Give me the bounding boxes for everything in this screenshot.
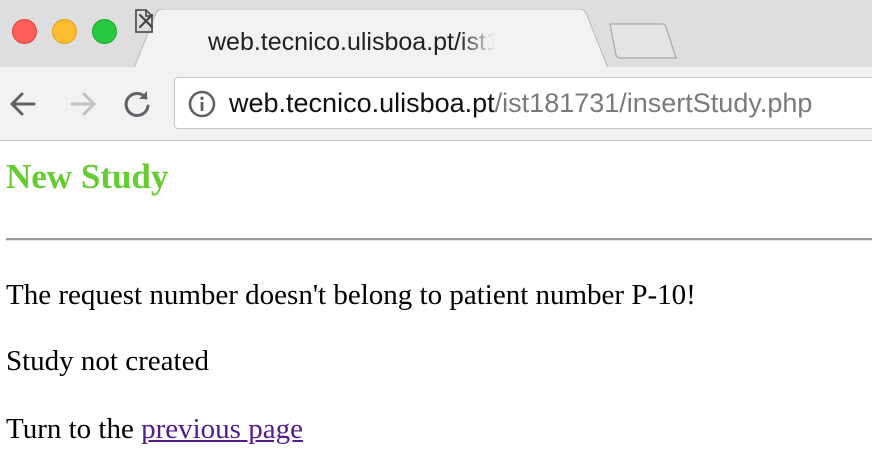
status-message: Study not created (6, 345, 209, 377)
page-title: New Study (6, 157, 169, 196)
new-tab-icon[interactable] (608, 22, 680, 60)
url-text[interactable]: web.tecnico.ulisboa.pt/ist181731/insertS… (229, 78, 812, 128)
url-path: /ist181731/insertStudy.php (494, 88, 813, 118)
tab-title: web.tecnico.ulisboa.pt/ist181731/insertS… (208, 28, 494, 56)
tab-strip: web.tecnico.ulisboa.pt/ist181731/insertS… (0, 0, 872, 68)
window-minimize-button[interactable] (52, 19, 77, 44)
previous-page-link[interactable]: previous page (141, 413, 303, 445)
address-bar[interactable]: web.tecnico.ulisboa.pt/ist181731/insertS… (174, 77, 872, 129)
divider (6, 238, 872, 241)
window-zoom-button[interactable] (92, 19, 117, 44)
return-line: Turn to the previous page (6, 411, 303, 447)
browser-tab[interactable]: web.tecnico.ulisboa.pt/ist181731/insertS… (134, 9, 608, 68)
arrow-right-icon[interactable] (66, 87, 100, 121)
browser-toolbar: web.tecnico.ulisboa.pt/ist181731/insertS… (0, 67, 872, 141)
window-close-button[interactable] (12, 19, 37, 44)
close-icon[interactable] (134, 9, 158, 33)
error-message: The request number doesn't belong to pat… (6, 279, 696, 311)
page-content: New Study The request number doesn't bel… (0, 141, 872, 464)
url-host: web.tecnico.ulisboa.pt (229, 88, 495, 118)
reload-icon[interactable] (120, 87, 154, 121)
arrow-left-icon[interactable] (6, 87, 40, 121)
info-icon[interactable] (187, 89, 217, 119)
return-prefix: Turn to the (6, 413, 142, 445)
